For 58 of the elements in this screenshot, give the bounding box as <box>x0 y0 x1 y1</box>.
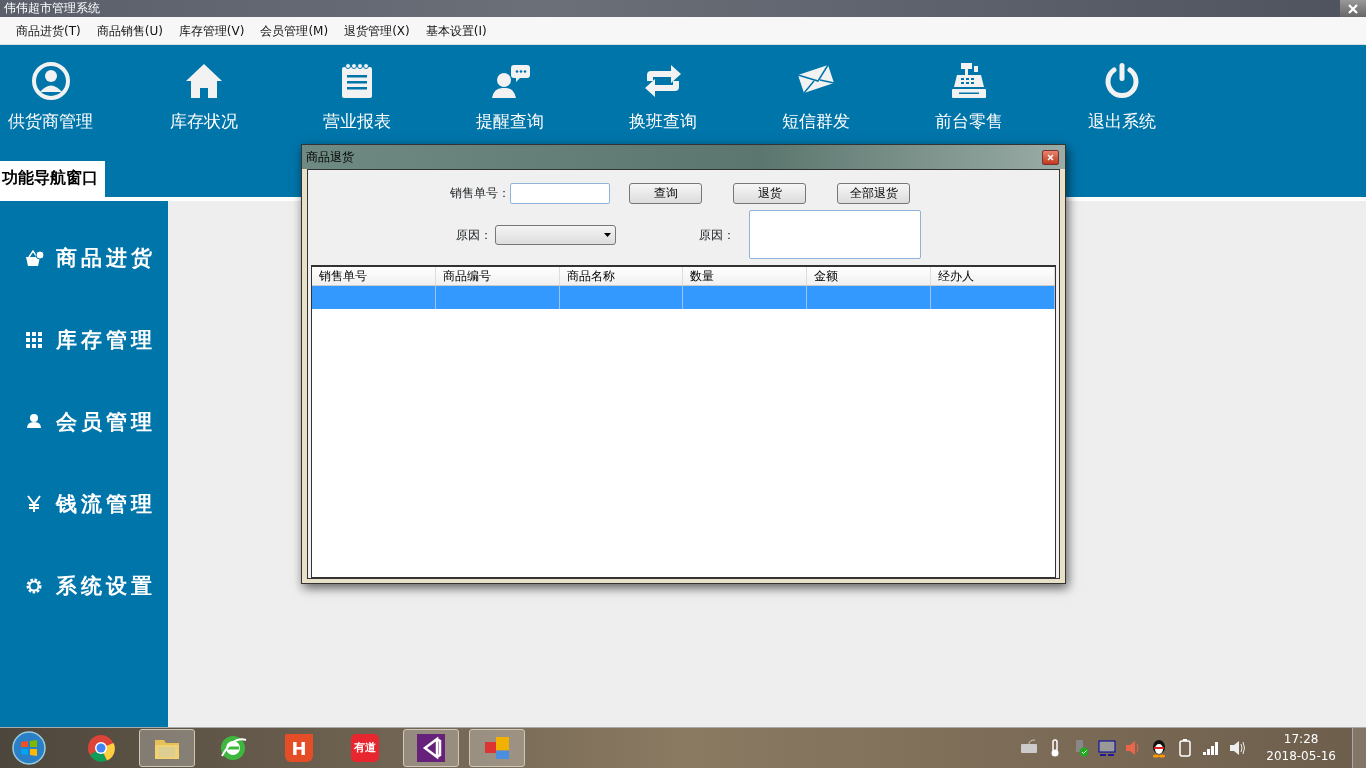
caret-icon <box>604 232 611 237</box>
close-icon <box>1047 153 1054 161</box>
clock-date[interactable]: 2018-05-16 <box>1266 748 1336 765</box>
sidebar-item[interactable]: 会员管理 <box>56 406 156 438</box>
reason-text-field[interactable] <box>749 210 921 259</box>
column-header[interactable]: 金额 <box>807 267 932 285</box>
menu-item[interactable]: 库存管理(V) <box>170 16 253 45</box>
sidebar-item[interactable]: 系统设置 <box>56 570 156 602</box>
column-header[interactable]: 数量 <box>683 267 808 285</box>
html-app-icon[interactable]: H <box>285 734 313 762</box>
yen-icon[interactable] <box>24 494 44 514</box>
column-header[interactable]: 销售单号 <box>312 267 436 285</box>
field-label: 原因： <box>456 226 492 244</box>
app-title: 伟伟超市管理系统 <box>3 0 100 17</box>
sidebar-item[interactable]: 商品进货 <box>56 242 156 274</box>
toolbar-label[interactable]: 供货商管理 <box>8 109 93 135</box>
toolbar-label[interactable]: 库存状况 <box>169 109 238 135</box>
field-label: 原因： <box>699 226 735 244</box>
menu-item[interactable]: 商品进货(T) <box>8 16 89 45</box>
column-header[interactable]: 经办人 <box>931 267 1055 285</box>
action-button[interactable]: 全部退货 <box>837 182 910 204</box>
start-button[interactable] <box>11 730 47 766</box>
menu-item[interactable]: 会员管理(M) <box>252 16 337 45</box>
app-icon[interactable] <box>483 734 511 762</box>
menu-item[interactable]: 基本设置(I) <box>417 16 495 45</box>
toolbar-label[interactable]: 换班查询 <box>628 109 697 135</box>
person-icon[interactable] <box>30 61 71 101</box>
menu-item[interactable]: 商品销售(U) <box>88 16 171 45</box>
clock-time[interactable]: 17:28 <box>1266 731 1336 748</box>
toolbar-label[interactable]: 退出系统 <box>1087 109 1156 135</box>
browser-icon[interactable] <box>87 734 115 762</box>
dialog-title: 商品退货 <box>306 149 354 166</box>
volume-icon[interactable] <box>1227 738 1248 758</box>
monitor-icon[interactable] <box>1097 738 1118 758</box>
toolbar-label[interactable]: 营业报表 <box>322 109 391 135</box>
order-number-field[interactable] <box>510 182 610 204</box>
browser-icon[interactable] <box>219 734 247 762</box>
field-label: 销售单号： <box>450 185 510 202</box>
dictionary-app-icon[interactable]: 有道 <box>351 734 379 762</box>
gear-icon[interactable] <box>24 576 44 596</box>
toolbar-label[interactable]: 前台零售 <box>934 109 1003 135</box>
close-icon <box>1348 3 1358 14</box>
grid-icon[interactable] <box>24 330 44 350</box>
sidebar-item[interactable]: 库存管理 <box>56 324 156 356</box>
reason-dropdown[interactable] <box>495 224 616 245</box>
basket-icon[interactable] <box>24 248 44 268</box>
close-button[interactable] <box>1042 149 1059 165</box>
action-button[interactable]: 退货 <box>733 182 806 204</box>
nav-window-tab[interactable]: 功能导航窗口 <box>0 161 105 197</box>
action-button[interactable]: 查询 <box>629 182 702 204</box>
toolbar-label[interactable]: 提醒查询 <box>475 109 544 135</box>
column-header[interactable]: 商品名称 <box>559 267 684 285</box>
vs-icon[interactable] <box>417 734 445 762</box>
close-button[interactable] <box>1340 0 1366 17</box>
column-header[interactable]: 商品编号 <box>435 267 560 285</box>
toolbar-label[interactable]: 短信群发 <box>781 109 850 135</box>
menu-item[interactable]: 退货管理(X) <box>336 16 418 45</box>
sidebar-item[interactable]: 钱流管理 <box>56 488 156 520</box>
